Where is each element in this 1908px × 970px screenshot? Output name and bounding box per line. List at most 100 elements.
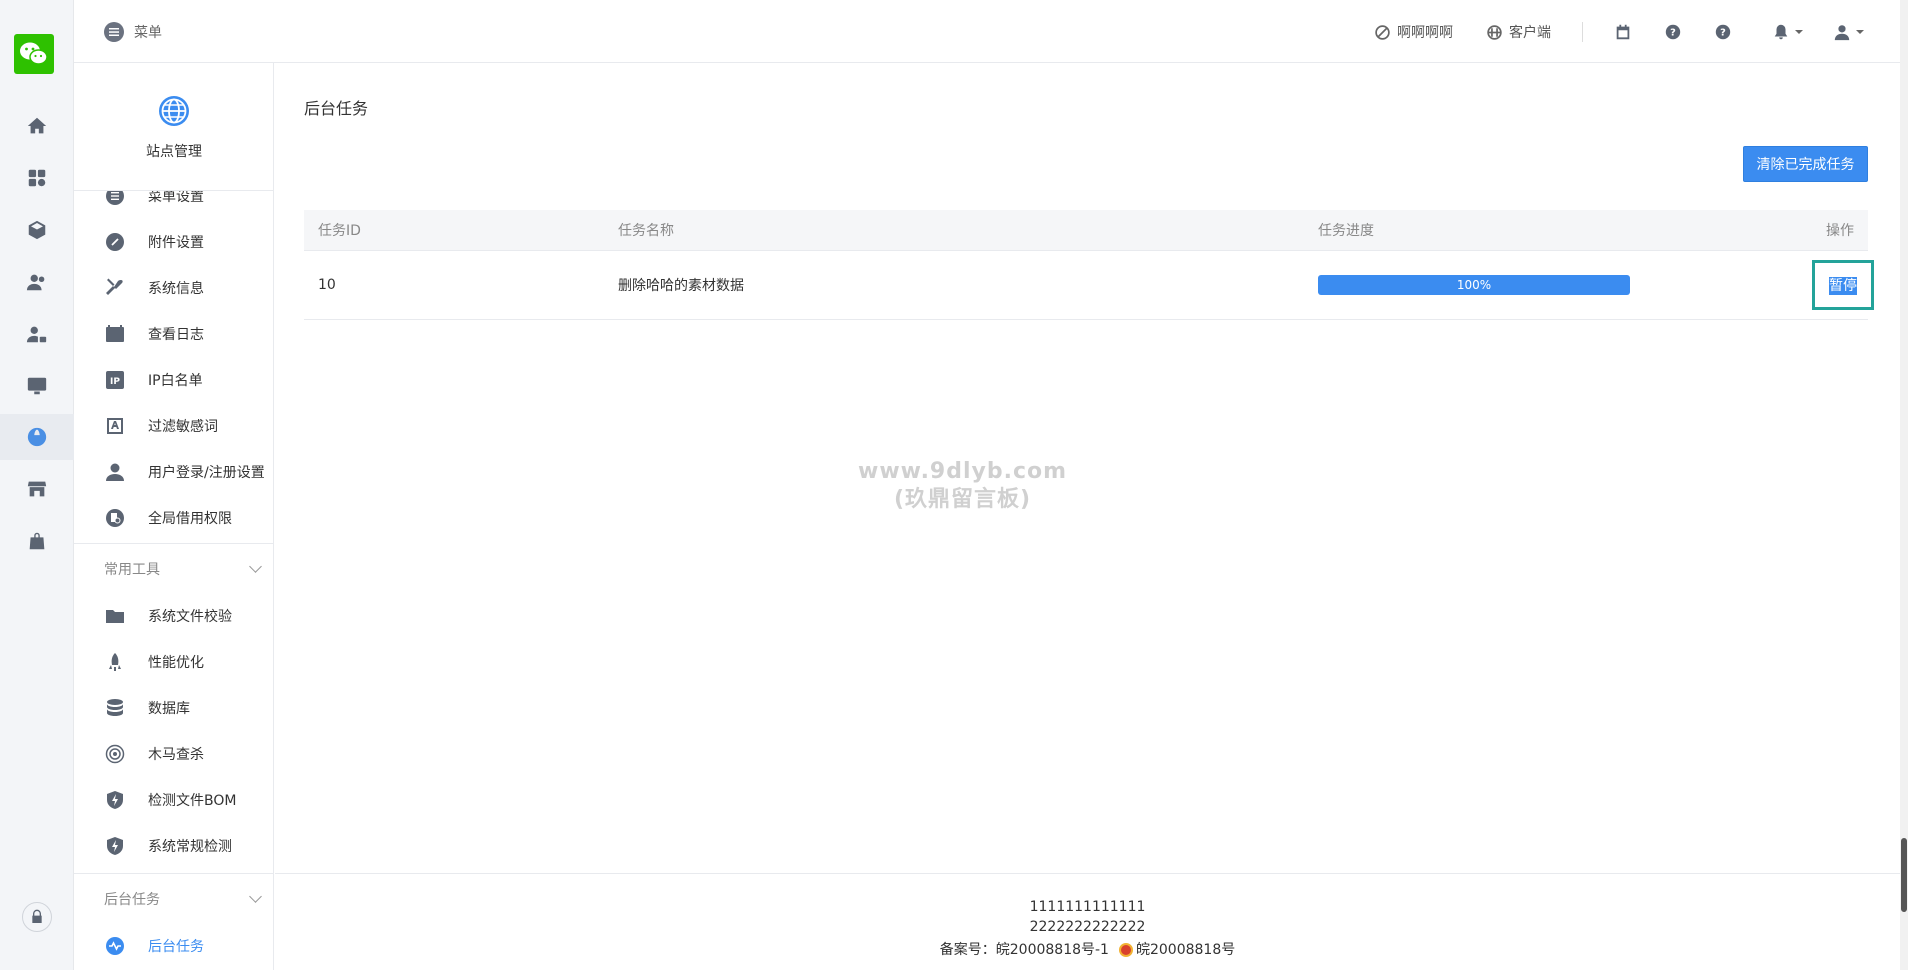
sidebar-item-ip-whitelist[interactable]: IP IP白名单 [74, 357, 273, 403]
sidebar-item-file-check[interactable]: 系统文件校验 [74, 593, 273, 639]
police-badge-icon [1118, 943, 1133, 957]
icp-record-link[interactable]: 备案号：皖20008818号-1 [940, 939, 1109, 959]
sidebar-item-background-tasks[interactable]: 后台任务 [74, 923, 273, 969]
sidebar-item-trojan-scan[interactable]: 木马查杀 [74, 731, 273, 777]
users-icon[interactable] [0, 259, 74, 305]
watermark: www.9dlyb.com (玖鼎留言板) [858, 458, 1067, 514]
table-header-row: 任务ID 任务名称 任务进度 操作 [304, 210, 1868, 251]
header-divider [1582, 22, 1583, 42]
footer-record: 备案号：皖20008818号-1 皖20008818号 [275, 939, 1900, 959]
task-name: 删除哈哈的素材数据 [604, 250, 1304, 320]
sidebar-item-login-register[interactable]: 用户登录/注册设置 [74, 449, 273, 495]
header-link-label: 客户端 [1509, 25, 1551, 41]
database-icon [104, 697, 126, 719]
col-task-id: 任务ID [304, 210, 604, 251]
sidebar-item-attachment-settings[interactable]: 附件设置 [74, 219, 273, 265]
sidebar-item-label: 性能优化 [148, 655, 204, 671]
sidebar-item-label: 检测文件BOM [148, 793, 237, 809]
lock-circle [22, 902, 52, 932]
site-management-header: 站点管理 [74, 63, 273, 191]
footer-line2: 2222222222222 [1029, 919, 1146, 935]
sidebar-item-bom-check[interactable]: 检测文件BOM [74, 777, 273, 823]
police-record-link[interactable]: 皖20008818号 [1118, 939, 1236, 959]
folder-icon [104, 605, 126, 627]
bell-icon [1774, 24, 1787, 40]
target-icon [104, 743, 126, 765]
col-task-progress: 任务进度 [1304, 210, 1704, 251]
pause-focus-box: 暂停 [1812, 259, 1874, 310]
home-icon[interactable] [0, 103, 74, 149]
menu-icon [104, 22, 124, 42]
bag-icon[interactable] [0, 518, 74, 564]
task-id: 10 [304, 250, 604, 320]
sidebar-item-performance[interactable]: 性能优化 [74, 639, 273, 685]
wrench-icon [104, 277, 126, 299]
table-row: 10 删除哈哈的素材数据 100% 暂停 [304, 250, 1874, 320]
globe-icon[interactable] [0, 414, 74, 460]
user-lock-icon[interactable] [0, 311, 74, 357]
task-progress: 100% [1304, 250, 1704, 320]
sidebar-item-system-info[interactable]: 系统信息 [74, 265, 273, 311]
user-dropdown[interactable] [1831, 22, 1865, 42]
sidebar-item-label: IP白名单 [148, 373, 203, 389]
help-icon[interactable]: ? [1662, 22, 1684, 42]
clear-completed-button[interactable]: 清除已完成任务 [1743, 146, 1868, 182]
top-header: 菜单 啊啊啊啊 客户端 ? ? [74, 0, 1900, 63]
chevron-down-icon [249, 890, 262, 903]
svg-text:IP: IP [110, 377, 120, 387]
sidebar-item-label: 查看日志 [148, 327, 204, 343]
scrollbar-thumb[interactable] [1901, 838, 1907, 912]
ban-icon [1375, 24, 1390, 40]
monitor-icon[interactable] [0, 363, 74, 409]
sidebar-item-global-permission[interactable]: 全局借用权限 [74, 495, 273, 541]
sidebar-item-label: 用户登录/注册设置 [148, 465, 265, 481]
main-content: 后台任务 清除已完成任务 任务ID 任务名称 任务进度 操作 10 删除哈哈的素… [275, 63, 1900, 873]
sidebar-item-database[interactable]: 数据库 [74, 685, 273, 731]
header-link-client[interactable]: 客户端 [1486, 22, 1551, 42]
chevron-down-icon [249, 560, 262, 573]
header-link-aaaa[interactable]: 啊啊啊啊 [1374, 22, 1453, 42]
pulse-icon [104, 935, 126, 957]
store-icon[interactable] [0, 466, 74, 512]
progress-bar: 100% [1318, 274, 1630, 295]
rocket-icon [104, 651, 126, 673]
menu-toggle[interactable]: 菜单 [104, 22, 162, 42]
lock-icon[interactable] [0, 894, 74, 940]
vertical-scrollbar[interactable] [1900, 0, 1908, 970]
sidebar-group-label: 后台任务 [104, 891, 160, 908]
pause-button[interactable]: 暂停 [1829, 276, 1857, 295]
sidebar-group-label: 常用工具 [104, 561, 160, 578]
watermark-line2: (玖鼎留言板) [893, 487, 1032, 512]
log-icon [104, 323, 126, 345]
sidebar-item-label: 过滤敏感词 [148, 419, 218, 435]
sidebar-group-tasks[interactable]: 后台任务 [74, 873, 273, 923]
sidebar-item-view-logs[interactable]: 查看日志 [74, 311, 273, 357]
header-link-label: 啊啊啊啊 [1397, 25, 1453, 41]
notifications-dropdown[interactable] [1770, 22, 1804, 42]
secondary-sidebar: 菜单设置 附件设置 系统信息 查看日志 IP IP白名单 过滤敏感词 用户登录/… [74, 63, 274, 970]
page-title: 后台任务 [304, 99, 369, 118]
user-icon [104, 461, 126, 483]
calendar-icon[interactable] [1612, 22, 1634, 42]
site-management-title: 站点管理 [146, 144, 202, 160]
sidebar-item-label: 后台任务 [148, 939, 204, 955]
sidebar-item-label: 系统信息 [148, 281, 204, 297]
sidebar-item-label: 附件设置 [148, 235, 204, 251]
apps-icon[interactable] [0, 155, 74, 201]
sidebar-item-label: 系统常规检测 [148, 839, 232, 855]
sidebar-group-tools[interactable]: 常用工具 [74, 543, 273, 593]
progress-fill: 100% [1318, 274, 1630, 295]
sidebar-item-system-check[interactable]: 系统常规检测 [74, 823, 273, 869]
sidebar-item-label: 系统文件校验 [148, 609, 232, 625]
cube-icon[interactable] [0, 207, 74, 253]
sidebar-item-label: 数据库 [148, 701, 190, 717]
globe-icon [159, 96, 189, 126]
filter-icon [104, 415, 126, 437]
permission-icon [104, 507, 126, 529]
sidebar-item-label: 全局借用权限 [148, 511, 232, 527]
wechat-logo-icon[interactable] [14, 34, 54, 74]
sidebar-item-sensitive-filter[interactable]: 过滤敏感词 [74, 403, 273, 449]
svg-text:?: ? [1670, 28, 1676, 39]
question-icon[interactable]: ? [1712, 22, 1734, 42]
police-record-text: 皖20008818号 [1135, 942, 1236, 958]
